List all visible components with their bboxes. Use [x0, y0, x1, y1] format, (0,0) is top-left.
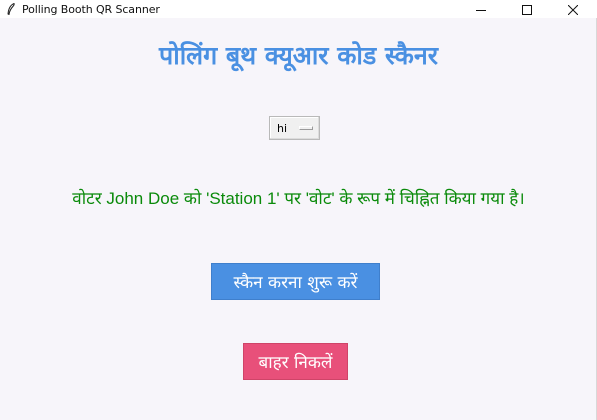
status-message: वोटर John Doe को 'Station 1' पर 'वोट' के…	[72, 189, 525, 208]
minimize-icon	[476, 0, 486, 19]
close-icon	[567, 0, 579, 19]
close-button[interactable]	[550, 0, 596, 18]
option-menu-indicator-icon	[299, 126, 313, 130]
feather-icon	[7, 3, 15, 15]
page-title: पोलिंग बूथ क्यूआर कोड स्कैनर	[159, 41, 438, 70]
exit-button[interactable]: बाहर निकलें	[243, 343, 348, 380]
maximize-icon	[522, 0, 532, 19]
title-bar[interactable]: Polling Booth QR Scanner	[0, 0, 597, 18]
language-select[interactable]: hi	[269, 116, 320, 140]
app-window: Polling Booth QR Scanner पोलिंग बूथ क्यू…	[0, 0, 597, 420]
language-select-value: hi	[277, 121, 288, 135]
maximize-button[interactable]	[504, 0, 550, 18]
minimize-button[interactable]	[458, 0, 504, 18]
start-scan-button[interactable]: स्कैन करना शुरू करें	[211, 263, 380, 300]
window-title: Polling Booth QR Scanner	[22, 2, 160, 16]
